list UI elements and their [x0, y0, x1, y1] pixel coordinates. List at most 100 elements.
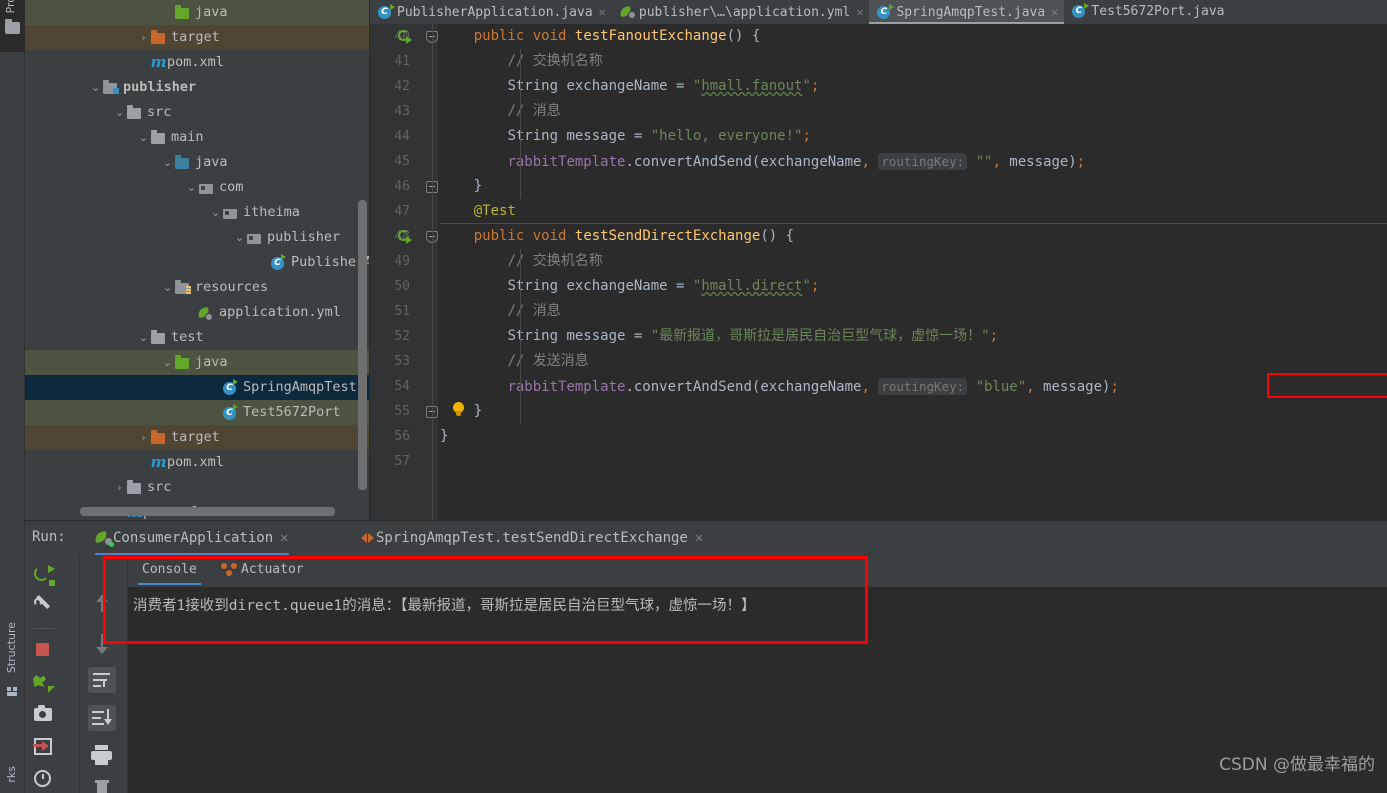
tree-item-springamqptest[interactable]: C SpringAmqpTest — [25, 375, 370, 400]
chevron-down-icon[interactable]: ⌄ — [161, 150, 174, 175]
tree-item-target[interactable]: › target — [25, 425, 370, 450]
code-token: } — [440, 428, 449, 444]
gutter-run-test-icon[interactable] — [398, 230, 412, 244]
console-output[interactable]: 消费者1接收到direct.queue1的消息：【最新报道，哥斯拉是居民自治巨型… — [128, 587, 1387, 793]
history-icon[interactable] — [33, 768, 55, 790]
tree-item-label: pom.xml — [167, 454, 224, 470]
chevron-down-icon[interactable]: ⌄ — [233, 225, 246, 250]
export-icon[interactable] — [33, 736, 55, 758]
close-icon[interactable]: ✕ — [1051, 5, 1058, 19]
sidebar-item-structure[interactable]: Structure — [5, 622, 18, 673]
close-icon[interactable]: ✕ — [280, 530, 288, 546]
trash-icon[interactable] — [92, 780, 114, 793]
print-icon[interactable] — [91, 745, 113, 767]
tab-actuator[interactable]: Actuator — [221, 559, 304, 585]
stop-icon[interactable] — [33, 640, 55, 662]
close-icon[interactable]: ✕ — [856, 5, 863, 19]
wrench-icon[interactable] — [33, 594, 55, 619]
tree-item-src[interactable]: › src — [25, 475, 370, 500]
tree-item-publisherapp[interactable]: CPublisherApp — [25, 250, 370, 275]
code-token: "blue" — [975, 379, 1027, 395]
editor-tab-publisher---application-yml[interactable]: publisher\…\application.yml ✕ — [612, 0, 870, 24]
chevron-down-icon[interactable]: ⌄ — [89, 75, 102, 100]
project-tree-panel[interactable]: java › target mpom.xml ⌄ publisher ⌄ src ⌄ main ⌄ j… — [25, 0, 370, 520]
code-token: " — [802, 78, 811, 94]
code-token: " — [802, 278, 811, 294]
watermark-text: CSDN @做最幸福的 — [1219, 755, 1375, 775]
folder-icon[interactable] — [5, 19, 20, 34]
code-token: hmall.direct — [701, 278, 803, 294]
chevron-down-icon[interactable]: ⌄ — [185, 175, 198, 200]
code-line-46: } — [440, 174, 1387, 199]
tree-item-label: publisher — [267, 229, 341, 245]
code-token: () { — [760, 228, 795, 244]
down-arrow-icon[interactable] — [92, 633, 114, 655]
chevron-down-icon[interactable]: ⌄ — [161, 350, 174, 375]
tree-item-publisher[interactable]: ⌄ publisher — [25, 225, 370, 250]
rerun-icon[interactable] — [33, 565, 55, 587]
tree-item-java[interactable]: java — [25, 0, 370, 25]
tree-item-main[interactable]: ⌄ main — [25, 125, 370, 150]
tree-item-test[interactable]: ⌄ test — [25, 325, 370, 350]
chevron-right-icon[interactable]: › — [137, 25, 150, 50]
scroll-to-end-icon[interactable] — [88, 705, 116, 731]
chevron-down-icon[interactable]: ⌄ — [137, 325, 150, 350]
tree-item-src[interactable]: ⌄ src — [25, 100, 370, 125]
run-tab-bar: Run: ConsumerApplication ✕ SpringAmqpTest… — [25, 521, 1387, 556]
editor-tab-publisherapplication-java[interactable]: C PublisherApplication.java ✕ — [370, 0, 612, 24]
code-token: , — [861, 154, 870, 170]
up-arrow-icon[interactable] — [92, 593, 114, 615]
run-tab-spring-amqp-test[interactable]: SpringAmqpTest.testSendDirectExchange ✕ — [360, 526, 703, 554]
tree-item-pom-xml[interactable]: mpom.xml — [25, 450, 370, 475]
tree-item-target[interactable]: › target — [25, 25, 370, 50]
structure-icon[interactable] — [7, 687, 18, 696]
chevron-down-icon[interactable]: ⌄ — [113, 100, 126, 125]
line-number: 49 — [394, 254, 410, 269]
code-token: ; — [802, 128, 811, 144]
code-token: ; — [989, 328, 999, 344]
gutter-run-test-icon[interactable] — [398, 30, 412, 44]
tree-item-com[interactable]: ⌄ com — [25, 175, 370, 200]
close-icon[interactable]: ✕ — [695, 530, 703, 546]
code-token: String — [507, 278, 559, 294]
tree-item-itheima[interactable]: ⌄ itheima — [25, 200, 370, 225]
tree-item-publisher[interactable]: ⌄ publisher — [25, 75, 370, 100]
sidebar-item-project[interactable]: Pro — [4, 0, 17, 13]
project-tree-horizontal-scrollbar[interactable] — [80, 507, 335, 516]
code-editor[interactable]: 40 41 42 43 44 45 46 47 48 49 50 51 52 53 54 55 56 57 pub… — [370, 24, 1387, 520]
tree-item-pom-xml[interactable]: mpom.xml — [25, 50, 370, 75]
thread-dump-icon[interactable] — [33, 672, 55, 694]
code-token: // 消息 — [507, 103, 561, 119]
chevron-right-icon[interactable]: › — [137, 425, 150, 450]
camera-icon[interactable] — [33, 704, 55, 726]
folder-grey-icon — [126, 479, 143, 495]
code-token: rabbitTemplate — [507, 379, 626, 395]
tab-console[interactable]: Console — [138, 559, 201, 585]
code-token: .convertAndSend(exchangeName — [625, 154, 862, 170]
chevron-right-icon[interactable]: › — [113, 475, 126, 500]
chevron-down-icon[interactable]: ⌄ — [161, 275, 174, 300]
chevron-down-icon[interactable]: ⌄ — [137, 125, 150, 150]
run-tab-consumer-application[interactable]: ConsumerApplication ✕ — [94, 526, 289, 556]
tree-item-resources[interactable]: ⌄ resources — [25, 275, 370, 300]
folder-green-icon — [174, 4, 191, 20]
tree-item-java[interactable]: ⌄ java — [25, 350, 370, 375]
project-tree-vertical-scrollbar[interactable] — [358, 200, 367, 490]
sidebar-item-bookmarks[interactable]: rks — [5, 766, 18, 783]
soft-wrap-icon[interactable] — [88, 667, 116, 693]
editor-tab-test5672port-java[interactable]: C Test5672Port.java — [1064, 0, 1230, 24]
editor-gutter[interactable]: 40 41 42 43 44 45 46 47 48 49 50 51 52 53 54 55 56 57 — [370, 24, 438, 520]
close-icon[interactable]: ✕ — [599, 5, 606, 19]
tree-item-application-yml[interactable]: application.yml — [25, 300, 370, 325]
tree-item-test5672port[interactable]: C Test5672Port — [25, 400, 370, 425]
editor-tab-springamqptest-java[interactable]: C SpringAmqpTest.java ✕ — [869, 0, 1065, 24]
chevron-down-icon[interactable]: ⌄ — [209, 200, 222, 225]
test-run-icon — [360, 531, 376, 545]
tree-item-label: main — [171, 129, 204, 145]
ide-window: Pro Structure rks java › target mpom.xml ⌄ pu… — [0, 0, 1387, 793]
tree-item-java[interactable]: ⌄ java — [25, 150, 370, 175]
